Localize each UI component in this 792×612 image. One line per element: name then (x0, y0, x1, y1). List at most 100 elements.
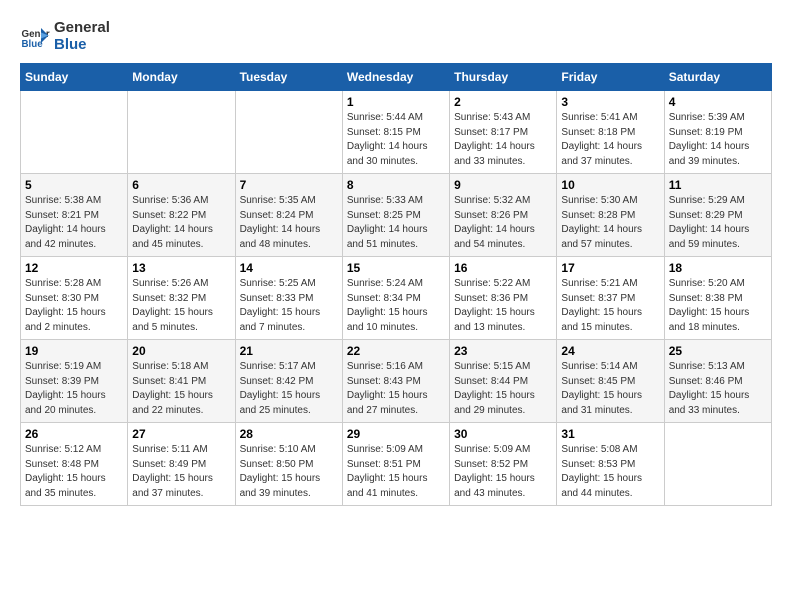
day-info: Sunrise: 5:35 AM Sunset: 8:24 PM Dayligh… (240, 194, 338, 252)
calendar-cell: 4 Sunrise: 5:39 AM Sunset: 8:19 PM Daylig… (664, 91, 771, 174)
calendar-cell: 23 Sunrise: 5:15 AM Sunset: 8:44 PM Dayli… (450, 340, 557, 423)
day-info: Sunrise: 5:29 AM Sunset: 8:29 PM Dayligh… (669, 194, 767, 252)
day-info: Sunrise: 5:26 AM Sunset: 8:32 PM Dayligh… (132, 277, 230, 335)
day-number: 29 (347, 427, 445, 441)
calendar-cell: 19 Sunrise: 5:19 AM Sunset: 8:39 PM Dayli… (21, 340, 128, 423)
day-info: Sunrise: 5:39 AM Sunset: 8:19 PM Dayligh… (669, 111, 767, 169)
week-row-3: 12 Sunrise: 5:28 AM Sunset: 8:30 PM Dayli… (21, 257, 772, 340)
day-info: Sunrise: 5:21 AM Sunset: 8:37 PM Dayligh… (561, 277, 659, 335)
day-info: Sunrise: 5:22 AM Sunset: 8:36 PM Dayligh… (454, 277, 552, 335)
calendar-cell: 27 Sunrise: 5:11 AM Sunset: 8:49 PM Dayli… (128, 423, 235, 506)
week-row-5: 26 Sunrise: 5:12 AM Sunset: 8:48 PM Dayli… (21, 423, 772, 506)
day-number: 18 (669, 261, 767, 275)
day-number: 4 (669, 95, 767, 109)
day-number: 21 (240, 344, 338, 358)
day-info: Sunrise: 5:33 AM Sunset: 8:25 PM Dayligh… (347, 194, 445, 252)
calendar-cell (21, 91, 128, 174)
day-info: Sunrise: 5:20 AM Sunset: 8:38 PM Dayligh… (669, 277, 767, 335)
day-number: 5 (25, 178, 123, 192)
day-info: Sunrise: 5:44 AM Sunset: 8:15 PM Dayligh… (347, 111, 445, 169)
logo-icon: General Blue (20, 22, 50, 52)
day-info: Sunrise: 5:11 AM Sunset: 8:49 PM Dayligh… (132, 443, 230, 501)
day-info: Sunrise: 5:15 AM Sunset: 8:44 PM Dayligh… (454, 360, 552, 418)
day-number: 22 (347, 344, 445, 358)
weekday-header-tuesday: Tuesday (235, 64, 342, 91)
svg-text:Blue: Blue (22, 38, 44, 49)
weekday-header-thursday: Thursday (450, 64, 557, 91)
day-number: 7 (240, 178, 338, 192)
day-number: 3 (561, 95, 659, 109)
week-row-4: 19 Sunrise: 5:19 AM Sunset: 8:39 PM Dayli… (21, 340, 772, 423)
day-number: 26 (25, 427, 123, 441)
day-info: Sunrise: 5:41 AM Sunset: 8:18 PM Dayligh… (561, 111, 659, 169)
day-info: Sunrise: 5:32 AM Sunset: 8:26 PM Dayligh… (454, 194, 552, 252)
page-header: General Blue General Blue (20, 20, 772, 53)
calendar-cell: 30 Sunrise: 5:09 AM Sunset: 8:52 PM Dayli… (450, 423, 557, 506)
calendar-cell: 8 Sunrise: 5:33 AM Sunset: 8:25 PM Daylig… (342, 174, 449, 257)
day-info: Sunrise: 5:09 AM Sunset: 8:52 PM Dayligh… (454, 443, 552, 501)
calendar-cell: 16 Sunrise: 5:22 AM Sunset: 8:36 PM Dayli… (450, 257, 557, 340)
calendar-cell: 24 Sunrise: 5:14 AM Sunset: 8:45 PM Dayli… (557, 340, 664, 423)
day-info: Sunrise: 5:28 AM Sunset: 8:30 PM Dayligh… (25, 277, 123, 335)
day-info: Sunrise: 5:17 AM Sunset: 8:42 PM Dayligh… (240, 360, 338, 418)
day-info: Sunrise: 5:14 AM Sunset: 8:45 PM Dayligh… (561, 360, 659, 418)
day-number: 19 (25, 344, 123, 358)
week-row-2: 5 Sunrise: 5:38 AM Sunset: 8:21 PM Daylig… (21, 174, 772, 257)
day-number: 24 (561, 344, 659, 358)
day-number: 17 (561, 261, 659, 275)
calendar-table: SundayMondayTuesdayWednesdayThursdayFrid… (20, 63, 772, 506)
day-info: Sunrise: 5:13 AM Sunset: 8:46 PM Dayligh… (669, 360, 767, 418)
calendar-cell: 14Sunrise: 5:25 AM Sunset: 8:33 PM Dayli… (235, 257, 342, 340)
day-info: Sunrise: 5:36 AM Sunset: 8:22 PM Dayligh… (132, 194, 230, 252)
calendar-cell: 13 Sunrise: 5:26 AM Sunset: 8:32 PM Dayli… (128, 257, 235, 340)
calendar-cell: 3 Sunrise: 5:41 AM Sunset: 8:18 PM Daylig… (557, 91, 664, 174)
weekday-header-monday: Monday (128, 64, 235, 91)
weekday-header-sunday: Sunday (21, 64, 128, 91)
day-number: 13 (132, 261, 230, 275)
calendar-cell (235, 91, 342, 174)
calendar-cell: 5 Sunrise: 5:38 AM Sunset: 8:21 PM Daylig… (21, 174, 128, 257)
calendar-cell: 9 Sunrise: 5:32 AM Sunset: 8:26 PM Daylig… (450, 174, 557, 257)
calendar-cell: 20 Sunrise: 5:18 AM Sunset: 8:41 PM Dayli… (128, 340, 235, 423)
day-number: 23 (454, 344, 552, 358)
day-number: 9 (454, 178, 552, 192)
day-number: 15 (347, 261, 445, 275)
weekday-header-row: SundayMondayTuesdayWednesdayThursdayFrid… (21, 64, 772, 91)
day-number: 8 (347, 178, 445, 192)
day-info: Sunrise: 5:18 AM Sunset: 8:41 PM Dayligh… (132, 360, 230, 418)
logo-general-text: General (54, 20, 110, 37)
calendar-cell: 25Sunrise: 5:13 AM Sunset: 8:46 PM Dayli… (664, 340, 771, 423)
calendar-cell (664, 423, 771, 506)
day-info: Sunrise: 5:19 AM Sunset: 8:39 PM Dayligh… (25, 360, 123, 418)
calendar-cell: 21 Sunrise: 5:17 AM Sunset: 8:42 PM Dayli… (235, 340, 342, 423)
day-number: 31 (561, 427, 659, 441)
day-info: Sunrise: 5:08 AM Sunset: 8:53 PM Dayligh… (561, 443, 659, 501)
day-number: 6 (132, 178, 230, 192)
day-number: 10 (561, 178, 659, 192)
day-info: Sunrise: 5:25 AM Sunset: 8:33 PM Dayligh… (240, 277, 338, 335)
day-number: 11 (669, 178, 767, 192)
calendar-cell: 22 Sunrise: 5:16 AM Sunset: 8:43 PM Dayli… (342, 340, 449, 423)
day-number: 2 (454, 95, 552, 109)
calendar-cell: 6 Sunrise: 5:36 AM Sunset: 8:22 PM Daylig… (128, 174, 235, 257)
weekday-header-friday: Friday (557, 64, 664, 91)
calendar-cell: 18 Sunrise: 5:20 AM Sunset: 8:38 PM Dayli… (664, 257, 771, 340)
day-number: 27 (132, 427, 230, 441)
day-number: 12 (25, 261, 123, 275)
calendar-cell: 15Sunrise: 5:24 AM Sunset: 8:34 PM Dayli… (342, 257, 449, 340)
day-info: Sunrise: 5:30 AM Sunset: 8:28 PM Dayligh… (561, 194, 659, 252)
week-row-1: 1Sunrise: 5:44 AM Sunset: 8:15 PM Daylig… (21, 91, 772, 174)
day-info: Sunrise: 5:09 AM Sunset: 8:51 PM Dayligh… (347, 443, 445, 501)
logo: General Blue General Blue (20, 20, 110, 53)
calendar-cell: 31 Sunrise: 5:08 AM Sunset: 8:53 PM Dayli… (557, 423, 664, 506)
day-number: 16 (454, 261, 552, 275)
day-number: 20 (132, 344, 230, 358)
calendar-cell: 29 Sunrise: 5:09 AM Sunset: 8:51 PM Dayli… (342, 423, 449, 506)
day-number: 30 (454, 427, 552, 441)
calendar-cell: 7 Sunrise: 5:35 AM Sunset: 8:24 PM Daylig… (235, 174, 342, 257)
day-info: Sunrise: 5:12 AM Sunset: 8:48 PM Dayligh… (25, 443, 123, 501)
day-number: 28 (240, 427, 338, 441)
day-info: Sunrise: 5:38 AM Sunset: 8:21 PM Dayligh… (25, 194, 123, 252)
day-info: Sunrise: 5:16 AM Sunset: 8:43 PM Dayligh… (347, 360, 445, 418)
weekday-header-saturday: Saturday (664, 64, 771, 91)
